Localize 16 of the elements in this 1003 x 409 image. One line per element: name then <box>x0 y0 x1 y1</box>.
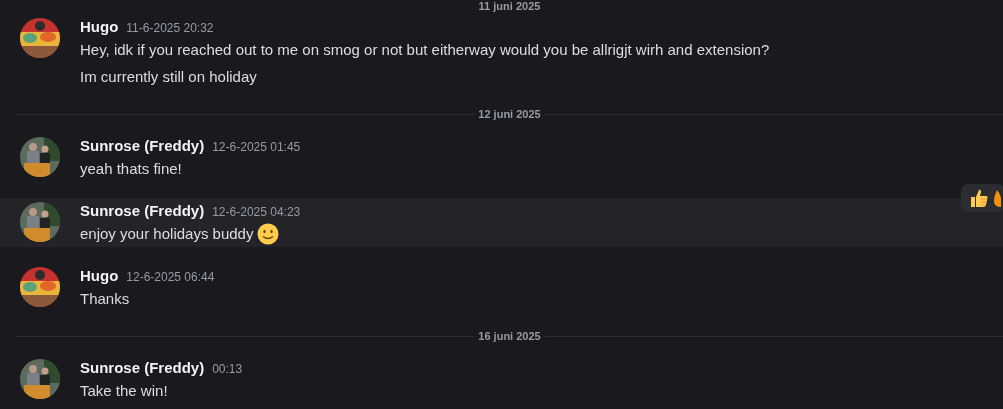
message-text: yeah thats fine! <box>80 159 182 179</box>
author-name[interactable]: Hugo <box>80 265 119 287</box>
timestamp: 12-6-2025 01:45 <box>212 139 301 156</box>
message-text: Hey, idk if you reached out to me on smog or not but eitherway would you be allrigjt wirh and extension? <box>80 40 770 60</box>
author-name[interactable]: Sunrose (Freddy) <box>80 200 205 222</box>
timestamp: 12-6-2025 04:23 <box>212 204 301 221</box>
message-text: Im currently still on holiday <box>80 67 257 87</box>
timestamp: 12-6-2025 06:44 <box>126 269 215 286</box>
message-text: enjoy your holidays buddy <box>80 224 254 244</box>
author-name[interactable]: Sunrose (Freddy) <box>80 357 205 379</box>
timestamp: 00:13 <box>212 361 243 378</box>
timestamp: 11-6-2025 20:32 <box>126 20 214 37</box>
author-name[interactable]: Hugo <box>80 16 119 38</box>
message-text: Take the win! <box>80 381 168 401</box>
author-name[interactable]: Sunrose (Freddy) <box>80 135 205 157</box>
message-text: Thanks <box>80 289 130 309</box>
